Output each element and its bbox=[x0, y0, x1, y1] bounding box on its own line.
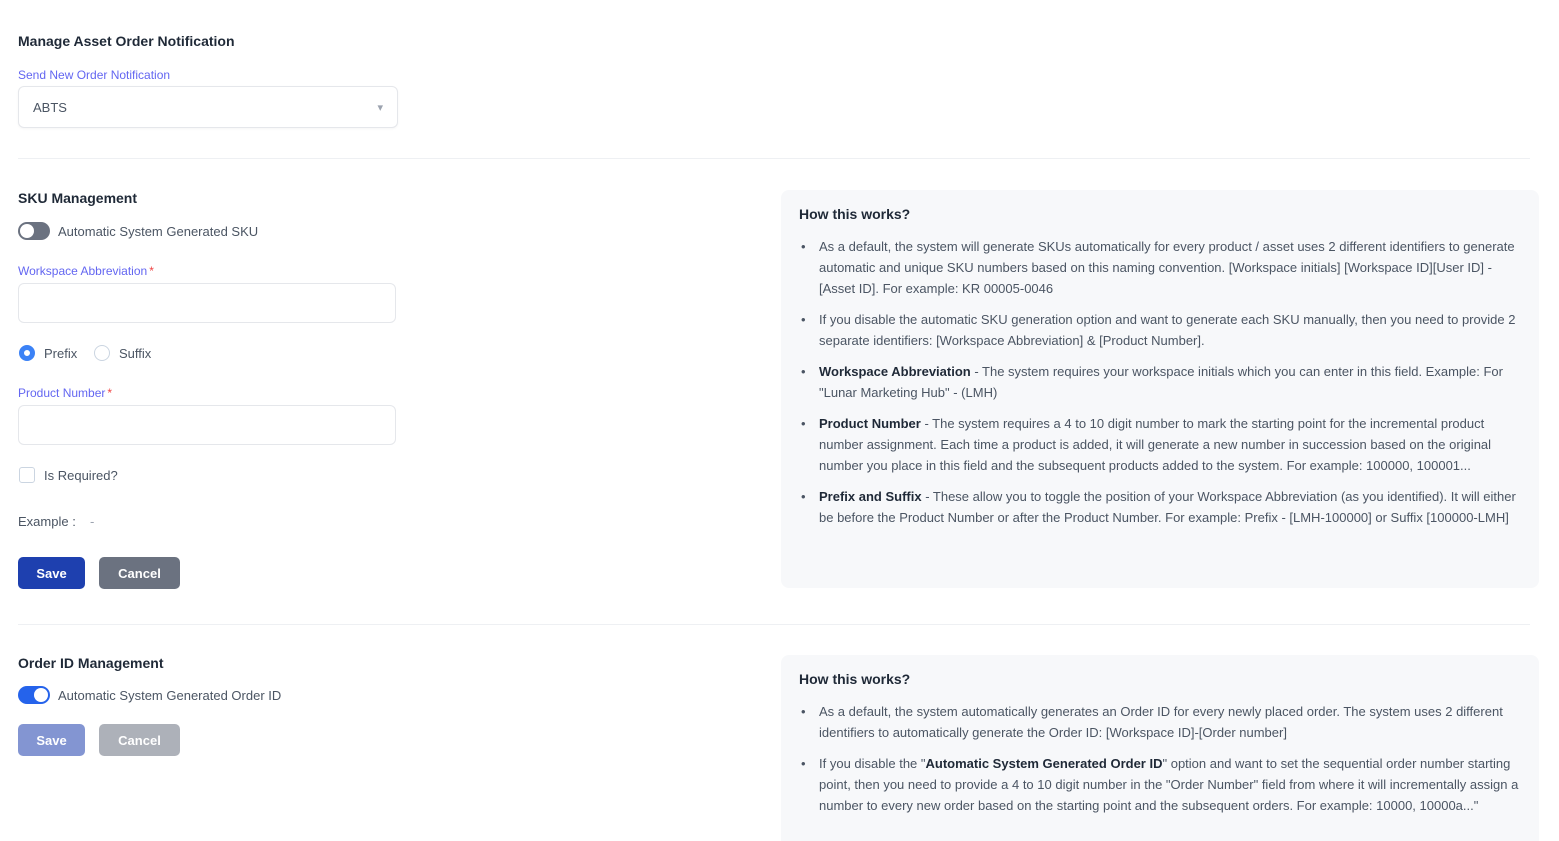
list-item: If you disable the automatic SKU generat… bbox=[799, 309, 1519, 351]
sku-auto-toggle-label: Automatic System Generated SKU bbox=[58, 224, 259, 239]
example-label: Example : bbox=[18, 514, 76, 529]
example-value: - bbox=[90, 514, 95, 529]
prefix-radio-label: Prefix bbox=[44, 346, 78, 361]
workspace-abbreviation-label: Workspace Abbreviation * bbox=[18, 264, 154, 278]
product-number-label: Product Number * bbox=[18, 386, 113, 400]
prefix-radio[interactable] bbox=[19, 345, 35, 361]
notification-select-value: ABTS bbox=[33, 99, 67, 115]
sku-save-button[interactable]: Save bbox=[18, 557, 85, 589]
sku-info-title: How this works? bbox=[799, 206, 911, 222]
sku-info-panel: How this works? As a default, the system… bbox=[781, 190, 1539, 588]
is-required-checkbox[interactable] bbox=[19, 467, 35, 483]
order-auto-toggle[interactable] bbox=[18, 686, 50, 704]
order-auto-toggle-label: Automatic System Generated Order ID bbox=[58, 688, 282, 703]
order-cancel-button[interactable]: Cancel bbox=[99, 724, 180, 756]
order-section-title: Order ID Management bbox=[18, 655, 164, 671]
order-info-title: How this works? bbox=[799, 671, 911, 687]
list-item: Product Number - The system requires a 4… bbox=[799, 413, 1519, 476]
is-required-label: Is Required? bbox=[44, 468, 118, 483]
notification-section-title: Manage Asset Order Notification bbox=[18, 33, 235, 49]
list-item: As a default, the system automatically g… bbox=[799, 701, 1519, 743]
chevron-down-icon: ▾ bbox=[377, 101, 383, 114]
notification-select[interactable]: ABTS ▾ bbox=[18, 86, 398, 128]
section-divider bbox=[18, 158, 1530, 159]
order-info-panel: How this works? As a default, the system… bbox=[781, 655, 1539, 841]
list-item: If you disable the "Automatic System Gen… bbox=[799, 753, 1519, 816]
notification-select-label: Send New Order Notification bbox=[18, 68, 171, 82]
section-divider bbox=[18, 624, 1530, 625]
workspace-abbreviation-input[interactable] bbox=[18, 283, 396, 323]
sku-auto-toggle[interactable] bbox=[18, 222, 50, 240]
list-item: Prefix and Suffix - These allow you to t… bbox=[799, 486, 1519, 528]
sku-cancel-button[interactable]: Cancel bbox=[99, 557, 180, 589]
list-item: As a default, the system will generate S… bbox=[799, 236, 1519, 299]
sku-info-list: As a default, the system will generate S… bbox=[799, 236, 1519, 528]
suffix-radio[interactable] bbox=[94, 345, 110, 361]
list-item: Workspace Abbreviation - The system requ… bbox=[799, 361, 1519, 403]
toggle-knob bbox=[20, 224, 34, 238]
suffix-radio-label: Suffix bbox=[119, 346, 152, 361]
toggle-knob bbox=[34, 688, 48, 702]
product-number-input[interactable] bbox=[18, 405, 396, 445]
order-save-button[interactable]: Save bbox=[18, 724, 85, 756]
sku-section-title: SKU Management bbox=[18, 190, 138, 206]
order-info-list: As a default, the system automatically g… bbox=[799, 701, 1519, 816]
